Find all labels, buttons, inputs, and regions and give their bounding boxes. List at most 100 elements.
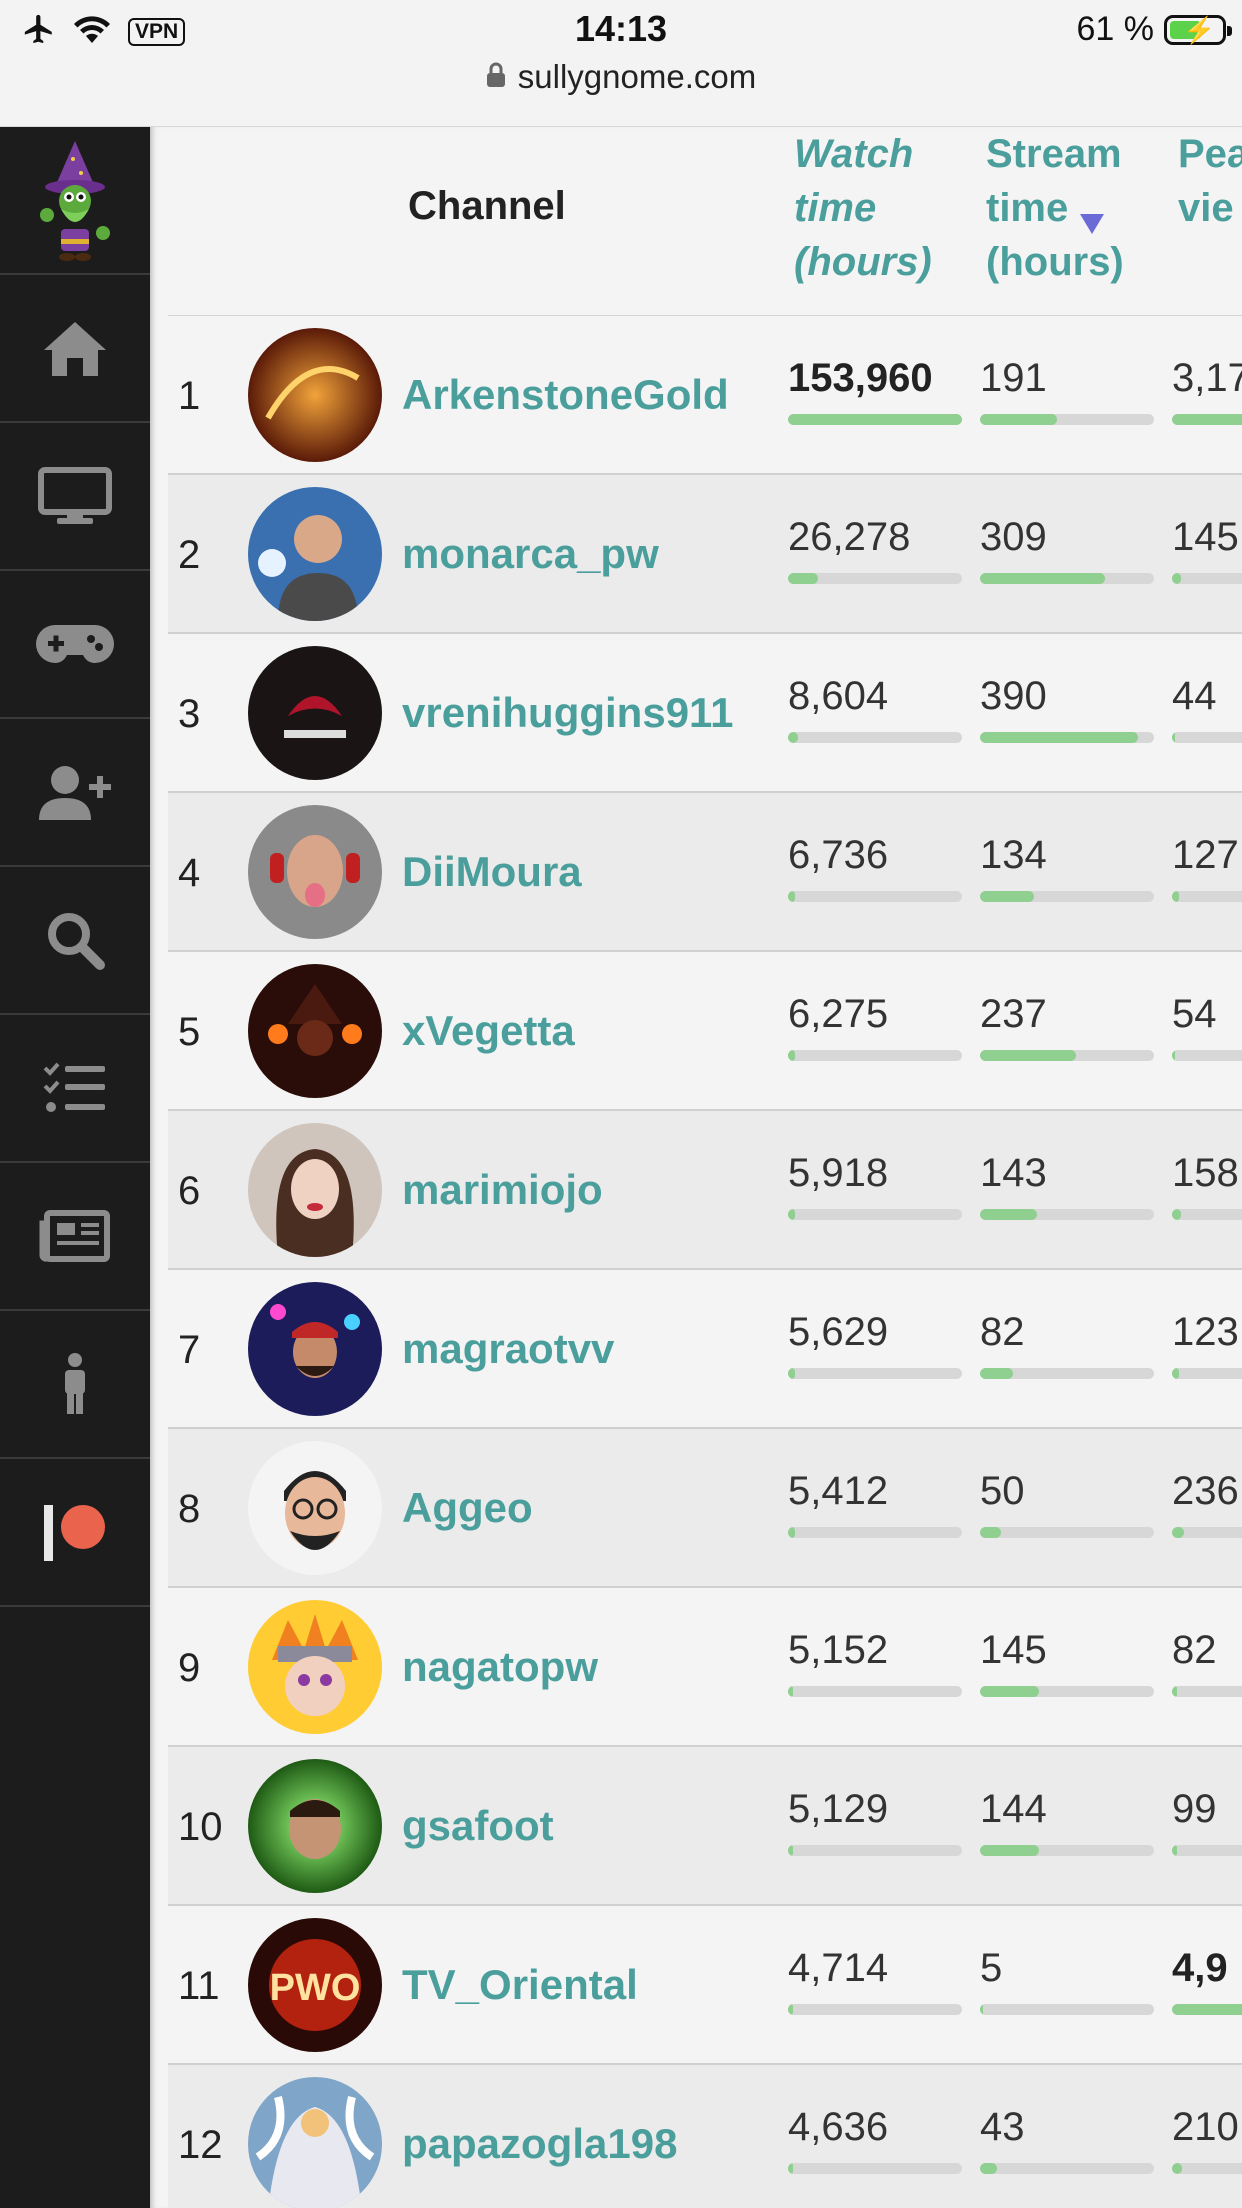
header-stream-line3: (hours) — [986, 240, 1124, 284]
avatar[interactable] — [248, 1600, 382, 1734]
avatar[interactable] — [248, 328, 382, 462]
table-row[interactable]: 1 ArkenstoneGold 153,960 191 3,17 — [168, 316, 1242, 475]
channel-link[interactable]: ArkenstoneGold — [402, 371, 729, 419]
stream-time-value: 82 — [980, 1310, 1025, 1354]
table-row[interactable]: 4 DiiMoura 6,736 134 127 — [168, 793, 1242, 952]
peak-viewers-bar — [1172, 2004, 1242, 2015]
avatar[interactable] — [248, 646, 382, 780]
stream-time-bar — [980, 732, 1154, 743]
watch-time-value: 5,629 — [788, 1310, 889, 1354]
header-watch-time[interactable]: Watch time (hours) — [794, 127, 932, 289]
channel-link[interactable]: magraotvv — [402, 1325, 614, 1373]
peak-viewers-value: 145 — [1172, 515, 1239, 559]
header-stream-time[interactable]: Stream time (hours) — [986, 127, 1124, 289]
peak-viewers-bar — [1172, 2163, 1242, 2174]
search-icon[interactable] — [0, 867, 150, 1015]
rank: 9 — [178, 1646, 201, 1690]
checklist-icon[interactable] — [0, 1015, 150, 1163]
peak-viewers-value: 158 — [1172, 1151, 1239, 1195]
channel-link[interactable]: gsafoot — [402, 1802, 554, 1850]
header-peak-viewers[interactable]: Pea vie — [1178, 127, 1242, 235]
table-row[interactable]: 12 papazogla198 4,636 43 210 — [168, 2065, 1242, 2208]
gamepad-icon[interactable] — [0, 571, 150, 719]
table-row[interactable]: 8 Aggeo 5,412 50 236 — [168, 1429, 1242, 1588]
rank: 7 — [178, 1328, 201, 1372]
watch-time-value: 5,152 — [788, 1628, 889, 1672]
peak-viewers-value: 127 — [1172, 833, 1239, 877]
lock-icon — [486, 58, 506, 96]
header-watch-line3: (hours) — [794, 240, 932, 284]
channel-link[interactable]: monarca_pw — [402, 530, 659, 578]
watch-time-bar — [788, 2163, 962, 2174]
watch-time-bar — [788, 414, 962, 425]
stream-time-value: 5 — [980, 1946, 1003, 1990]
table-row[interactable]: 9 nagatopw 5,152 145 82 — [168, 1588, 1242, 1747]
rank: 11 — [178, 1964, 220, 2008]
status-time: 14:13 — [574, 8, 668, 49]
stream-time-bar — [980, 1845, 1154, 1856]
sidebar — [0, 127, 150, 2208]
table-row[interactable]: 10 gsafoot 5,129 144 99 — [168, 1747, 1242, 1906]
watch-time-value: 5,412 — [788, 1469, 889, 1513]
avatar[interactable]: PWO — [248, 1918, 382, 2052]
avatar[interactable] — [248, 1759, 382, 1893]
channel-link[interactable]: papazogla198 — [402, 2120, 677, 2168]
peak-viewers-bar — [1172, 573, 1242, 584]
watch-time-bar — [788, 573, 962, 584]
avatar[interactable] — [248, 1441, 382, 1575]
status-right: 61 % ⚡ — [1077, 10, 1232, 49]
peak-viewers-bar — [1172, 1368, 1242, 1379]
header-stream-line2: time — [986, 186, 1069, 230]
table-row[interactable]: 5 xVegetta 6,275 237 54 — [168, 952, 1242, 1111]
avatar[interactable] — [248, 487, 382, 621]
peak-viewers-value: 210 — [1172, 2105, 1239, 2149]
person-icon[interactable] — [0, 1311, 150, 1459]
channel-link[interactable]: nagatopw — [402, 1643, 598, 1691]
table-row[interactable]: 7 magraotvv 5,629 82 123 — [168, 1270, 1242, 1429]
avatar[interactable] — [248, 1282, 382, 1416]
avatar[interactable] — [248, 2077, 382, 2208]
channel-link[interactable]: DiiMoura — [402, 848, 582, 896]
avatar[interactable] — [248, 805, 382, 939]
watch-time-bar — [788, 1209, 962, 1220]
status-bar: VPN 14:13 61 % ⚡ sullygnome.com — [0, 0, 1242, 128]
stream-time-bar — [980, 1527, 1154, 1538]
channel-link[interactable]: TV_Oriental — [402, 1961, 638, 2009]
watch-time-bar — [788, 1368, 962, 1379]
table-row[interactable]: 2 monarca_pw 26,278 309 145 — [168, 475, 1242, 634]
watch-time-bar — [788, 2004, 962, 2015]
avatar[interactable] — [248, 1123, 382, 1257]
peak-viewers-value: 44 — [1172, 674, 1217, 718]
leaderboard-content: Channel Watch time (hours) Stream time (… — [150, 127, 1242, 2208]
stream-time-value: 43 — [980, 2105, 1025, 2149]
add-user-icon[interactable] — [0, 719, 150, 867]
watch-time-value: 5,918 — [788, 1151, 889, 1195]
header-watch-line1: Watch — [794, 132, 914, 176]
table-row[interactable]: 6 marimiojo 5,918 143 158 — [168, 1111, 1242, 1270]
avatar[interactable] — [248, 964, 382, 1098]
stream-time-bar — [980, 1209, 1154, 1220]
rank: 4 — [178, 851, 201, 895]
watch-time-bar — [788, 1845, 962, 1856]
watch-time-value: 6,275 — [788, 992, 889, 1036]
stream-time-bar — [980, 2004, 1154, 2015]
table-row[interactable]: 11 PWO TV_Oriental 4,714 5 4,9 — [168, 1906, 1242, 2065]
stream-time-bar — [980, 414, 1154, 425]
home-icon[interactable] — [0, 275, 150, 423]
newspaper-icon[interactable] — [0, 1163, 150, 1311]
channel-link[interactable]: marimiojo — [402, 1166, 603, 1214]
rank: 1 — [178, 374, 201, 418]
header-channel[interactable]: Channel — [408, 179, 566, 233]
patreon-icon[interactable] — [0, 1459, 150, 1607]
watch-time-value: 4,636 — [788, 2105, 889, 2149]
wizard-logo-icon[interactable] — [0, 127, 150, 275]
peak-viewers-value: 82 — [1172, 1628, 1217, 1672]
monitor-icon[interactable] — [0, 423, 150, 571]
channel-link[interactable]: Aggeo — [402, 1484, 533, 1532]
table-row[interactable]: 3 vrenihuggins911 8,604 390 44 — [168, 634, 1242, 793]
channel-link[interactable]: xVegetta — [402, 1007, 575, 1055]
address-bar[interactable]: sullygnome.com — [0, 58, 1242, 96]
peak-viewers-value: 54 — [1172, 992, 1217, 1036]
channel-link[interactable]: vrenihuggins911 — [402, 689, 733, 737]
rank: 5 — [178, 1010, 201, 1054]
